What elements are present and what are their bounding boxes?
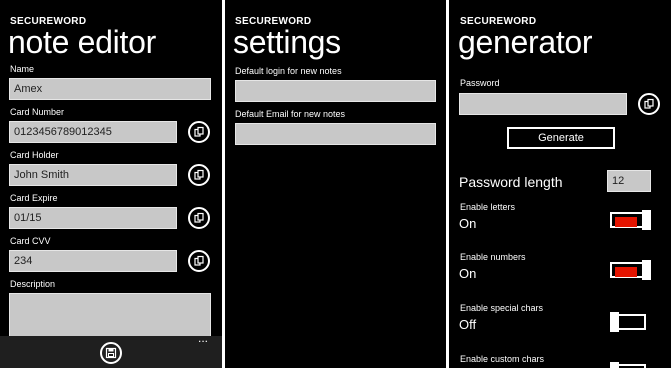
card-cvv-label: Card CVV xyxy=(10,236,51,246)
page-title: note editor xyxy=(8,24,156,60)
copy-icon xyxy=(194,169,204,180)
page-title: generator xyxy=(458,24,593,60)
password-length-label: Password length xyxy=(459,174,563,190)
more-options-button[interactable]: ... xyxy=(198,331,208,345)
enable-letters-toggle[interactable] xyxy=(610,210,651,230)
card-expire-label: Card Expire xyxy=(10,193,58,203)
card-cvv-field[interactable]: 234 xyxy=(9,250,177,272)
enable-letters-label: Enable letters xyxy=(460,202,516,212)
generator-screen: SECUREWORD generator Password Password l… xyxy=(449,0,671,368)
enable-custom-chars-toggle[interactable] xyxy=(610,362,651,368)
card-holder-field[interactable]: John Smith xyxy=(9,164,177,186)
settings-screen: SECUREWORD settings Default login for ne… xyxy=(225,0,446,368)
note-editor-screen: SECUREWORD note editor Name Amex Card Nu… xyxy=(0,0,222,368)
enable-numbers-label: Enable numbers xyxy=(460,252,526,262)
enable-numbers-toggle[interactable] xyxy=(610,260,651,280)
enable-special-chars-label: Enable special chars xyxy=(460,303,544,313)
enable-special-chars-toggle[interactable] xyxy=(610,312,651,332)
copy-icon xyxy=(194,212,204,223)
enable-numbers-state: On xyxy=(459,266,477,281)
card-expire-field[interactable]: 01/15 xyxy=(9,207,177,229)
description-label: Description xyxy=(10,279,56,289)
save-button[interactable] xyxy=(100,342,122,364)
copy-card-number-button[interactable] xyxy=(188,121,210,143)
default-login-label: Default login for new notes xyxy=(235,66,342,76)
password-field[interactable] xyxy=(459,93,627,115)
page-title: settings xyxy=(233,24,341,60)
enable-special-chars-state: Off xyxy=(459,317,477,332)
save-icon xyxy=(105,347,117,359)
password-label: Password xyxy=(460,78,500,88)
card-number-field[interactable]: 0123456789012345 xyxy=(9,121,177,143)
default-email-label: Default Email for new notes xyxy=(235,109,346,119)
copy-card-cvv-button[interactable] xyxy=(188,250,210,272)
enable-custom-chars-label: Enable custom chars xyxy=(460,354,545,364)
card-holder-label: Card Holder xyxy=(10,150,59,160)
copy-password-button[interactable] xyxy=(638,93,660,115)
name-field[interactable]: Amex xyxy=(9,78,211,100)
copy-icon xyxy=(194,126,204,137)
password-length-field[interactable]: 12 xyxy=(607,170,651,192)
card-number-label: Card Number xyxy=(10,107,65,117)
generate-button[interactable]: Generate xyxy=(507,127,615,149)
name-label: Name xyxy=(10,64,35,74)
default-login-field[interactable] xyxy=(235,80,436,102)
copy-card-holder-button[interactable] xyxy=(188,164,210,186)
copy-icon xyxy=(194,255,204,266)
copy-card-expire-button[interactable] xyxy=(188,207,210,229)
copy-icon xyxy=(644,98,654,109)
enable-letters-state: On xyxy=(459,216,477,231)
default-email-field[interactable] xyxy=(235,123,436,145)
